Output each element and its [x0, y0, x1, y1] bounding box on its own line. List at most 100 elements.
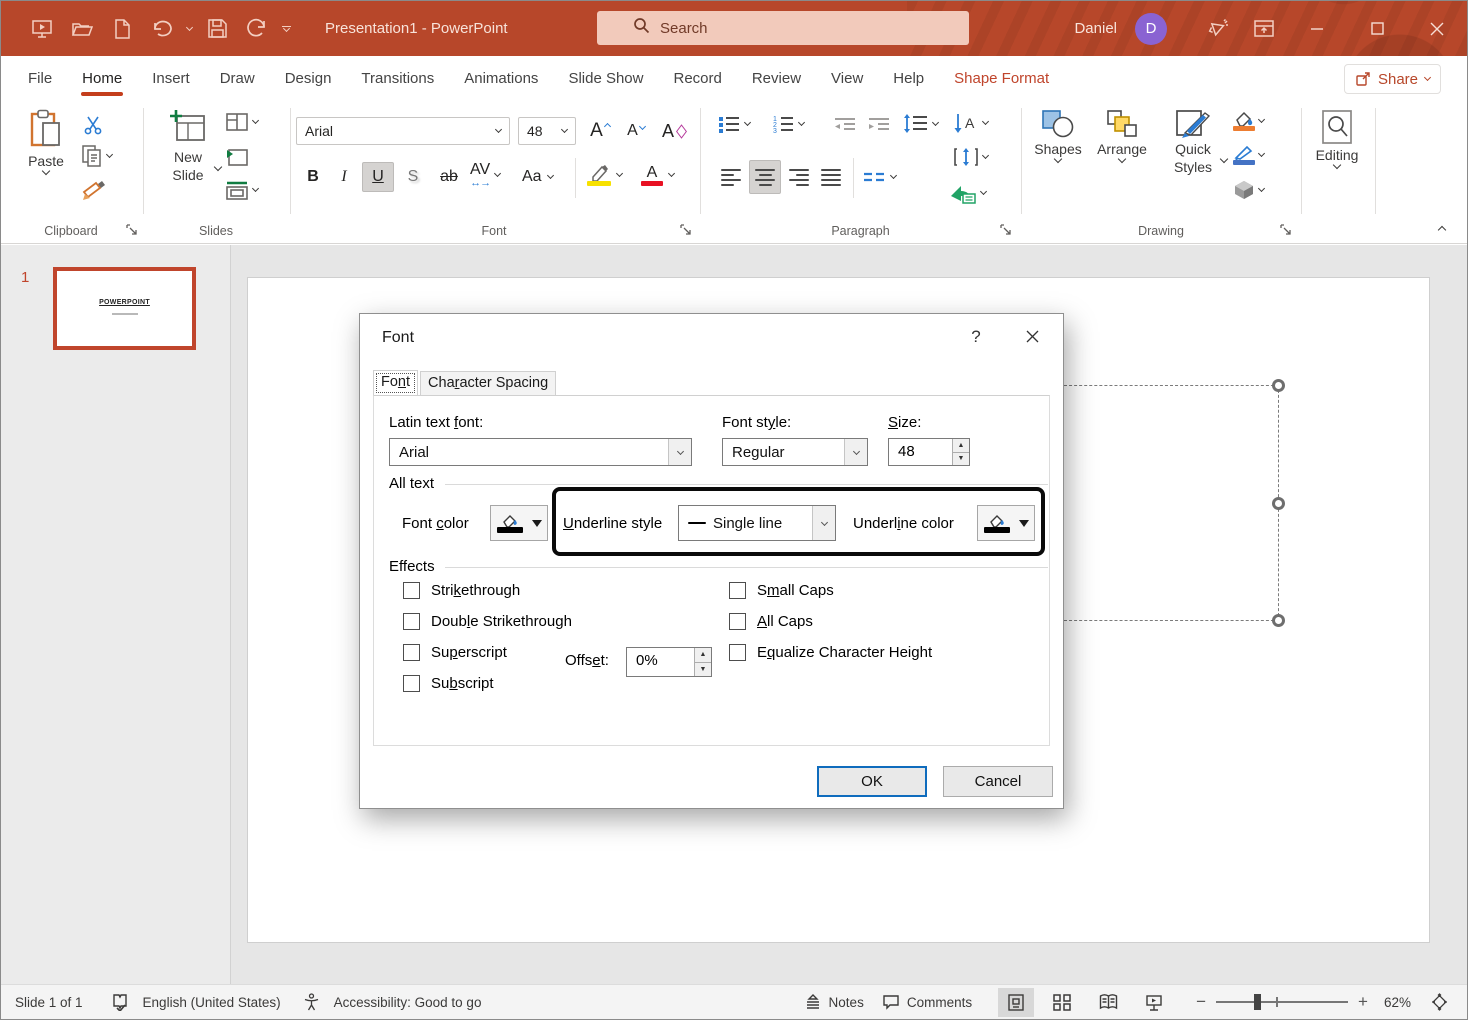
accessibility-status[interactable]: Accessibility: Good to go	[334, 995, 482, 1010]
tab-record[interactable]: Record	[658, 56, 736, 100]
dialog-close-button[interactable]	[1011, 320, 1053, 352]
zoom-out-button[interactable]: −	[1196, 992, 1206, 1012]
notes-button[interactable]: Notes	[804, 994, 864, 1010]
selection-handle-top-right[interactable]	[1272, 379, 1285, 392]
latin-text-font-combobox[interactable]: Arial	[389, 438, 692, 466]
slideshow-view-button[interactable]	[1136, 988, 1172, 1017]
strikethrough-button[interactable]: ab	[432, 162, 466, 192]
align-text-icon[interactable]	[953, 147, 990, 167]
editing-button[interactable]: Editing	[1309, 109, 1365, 170]
text-shadow-button[interactable]: S	[400, 162, 426, 192]
selection-handle-middle-right[interactable]	[1272, 497, 1285, 510]
strikethrough-checkbox[interactable]	[403, 582, 420, 599]
spell-check-icon[interactable]	[111, 993, 129, 1011]
section-icon[interactable]	[225, 180, 260, 200]
cancel-button[interactable]: Cancel	[943, 766, 1053, 797]
drawing-dialog-launcher[interactable]	[1279, 223, 1293, 237]
change-case-button[interactable]: Aa	[522, 162, 554, 192]
checkbox-strikethrough[interactable]: Strikethrough	[403, 582, 520, 599]
font-style-combobox[interactable]: Regular	[722, 438, 868, 466]
font-style-dropdown-icon[interactable]	[844, 439, 867, 465]
font-color-picker[interactable]	[490, 505, 548, 541]
ok-button[interactable]: OK	[817, 766, 927, 797]
underline-style-dropdown-icon[interactable]	[812, 506, 835, 540]
checkbox-equalize-character-height[interactable]: Equalize Character Height	[729, 644, 932, 661]
new-slide-button[interactable]: New Slide	[159, 109, 223, 184]
undo-icon[interactable]	[147, 14, 177, 44]
redo-icon[interactable]	[242, 14, 272, 44]
language-indicator[interactable]: English (United States)	[143, 995, 281, 1010]
dialog-tab-character-spacing[interactable]: Character Spacing	[420, 371, 557, 395]
normal-view-button[interactable]	[998, 987, 1035, 1017]
tab-insert[interactable]: Insert	[137, 56, 205, 100]
decrease-indent-icon[interactable]	[833, 116, 857, 134]
text-direction-icon[interactable]: A	[953, 112, 990, 134]
size-spinner[interactable]: 48 ▲ ▼	[888, 438, 970, 466]
text-highlight-button[interactable]	[587, 160, 624, 190]
tab-view[interactable]: View	[816, 56, 878, 100]
reading-view-button[interactable]	[1090, 988, 1126, 1017]
font-dialog-launcher[interactable]	[679, 223, 693, 237]
save-icon[interactable]	[202, 14, 232, 44]
underline-button[interactable]: U	[362, 162, 394, 192]
arrange-button[interactable]: Arrange	[1093, 109, 1151, 164]
tab-help[interactable]: Help	[878, 56, 939, 100]
offset-down-icon[interactable]: ▼	[695, 662, 711, 676]
avatar[interactable]: D	[1135, 12, 1167, 45]
justify-button[interactable]	[817, 162, 845, 192]
zoom-level[interactable]: 62%	[1384, 995, 1411, 1010]
numbering-icon[interactable]: 123	[771, 114, 806, 134]
tab-home[interactable]: Home	[67, 56, 137, 100]
tab-slide-show[interactable]: Slide Show	[553, 56, 658, 100]
character-spacing-button[interactable]: AV ↔→	[470, 160, 502, 190]
clipboard-dialog-launcher[interactable]	[125, 223, 139, 237]
cut-icon[interactable]	[83, 115, 105, 135]
size-up-icon[interactable]: ▲	[953, 439, 969, 453]
bullets-icon[interactable]	[717, 114, 752, 134]
font-size-combobox[interactable]: 48	[518, 117, 576, 145]
bold-button[interactable]: B	[300, 162, 326, 192]
coming-soon-icon[interactable]	[1195, 1, 1241, 56]
slide-layout-icon[interactable]	[225, 112, 260, 132]
underline-color-picker[interactable]	[977, 505, 1035, 541]
convert-smartart-icon[interactable]	[949, 182, 988, 204]
dialog-help-button[interactable]: ?	[961, 327, 991, 347]
close-button[interactable]	[1407, 1, 1467, 56]
open-icon[interactable]	[67, 14, 97, 44]
paste-button[interactable]: Paste	[19, 109, 73, 176]
minimize-button[interactable]	[1287, 1, 1347, 56]
slide-sorter-view-button[interactable]	[1044, 988, 1080, 1017]
tab-design[interactable]: Design	[270, 56, 347, 100]
font-color-button[interactable]: A	[641, 160, 676, 190]
equalize-character-height-checkbox[interactable]	[729, 644, 746, 661]
decrease-font-size-button[interactable]: A	[621, 116, 651, 146]
start-slideshow-icon[interactable]	[27, 14, 57, 44]
tab-draw[interactable]: Draw	[205, 56, 270, 100]
offset-spinner[interactable]: 0% ▲ ▼	[626, 647, 712, 677]
collapse-ribbon-icon[interactable]	[1437, 220, 1447, 238]
copy-icon[interactable]	[81, 144, 114, 168]
line-spacing-icon[interactable]	[903, 114, 940, 134]
customize-qat-icon[interactable]	[282, 25, 291, 33]
align-left-button[interactable]	[717, 162, 745, 192]
checkbox-double-strikethrough[interactable]: Double Strikethrough	[403, 613, 572, 630]
columns-button[interactable]	[863, 162, 898, 192]
checkbox-subscript[interactable]: Subscript	[403, 675, 494, 692]
shape-effects-icon[interactable]	[1233, 180, 1266, 200]
size-down-icon[interactable]: ▼	[953, 452, 969, 465]
tab-file[interactable]: File	[13, 56, 67, 100]
offset-up-icon[interactable]: ▲	[695, 648, 711, 663]
small-caps-checkbox[interactable]	[729, 582, 746, 599]
superscript-checkbox[interactable]	[403, 644, 420, 661]
user-name[interactable]: Daniel	[1074, 20, 1117, 37]
checkbox-small-caps[interactable]: Small Caps	[729, 582, 834, 599]
zoom-slider[interactable]	[1216, 994, 1349, 1010]
quick-styles-button[interactable]: Quick Styles	[1161, 109, 1229, 176]
slide-thumbnail[interactable]: POWERPOINT	[53, 267, 196, 350]
align-center-button[interactable]	[749, 160, 781, 194]
shapes-button[interactable]: Shapes	[1033, 109, 1083, 164]
checkbox-superscript[interactable]: Superscript	[403, 644, 507, 661]
paragraph-dialog-launcher[interactable]	[999, 223, 1013, 237]
dialog-tab-font[interactable]: Font	[373, 370, 419, 396]
underline-style-combobox[interactable]: Single line	[678, 505, 836, 541]
